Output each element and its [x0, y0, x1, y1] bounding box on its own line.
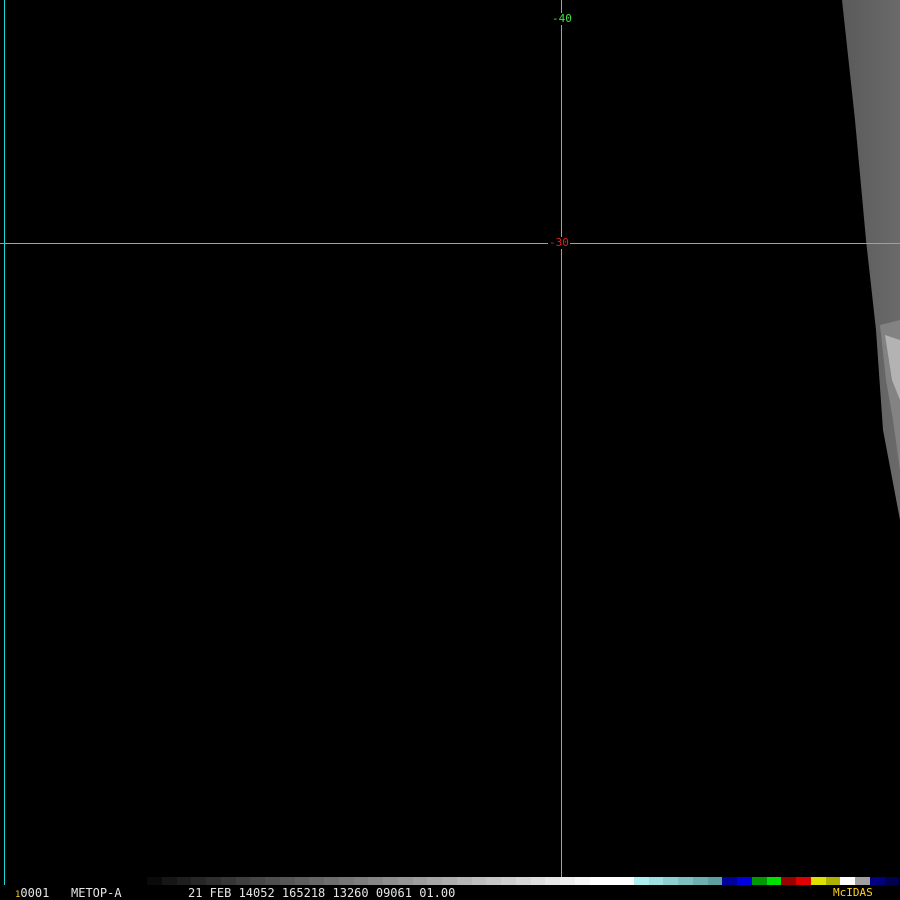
satellite-name: METOP-A	[71, 886, 122, 900]
grid-label-minus-30: -30	[548, 236, 570, 249]
status-bar: 10001 METOP-A 21 FEB 14052 165218 13260 …	[0, 885, 900, 900]
mcidas-brand: McIDAS	[833, 886, 873, 899]
image-info-line: 21 FEB 14052 165218 13260 09061 01.00	[188, 886, 456, 900]
frame-number: 10001	[15, 886, 49, 900]
grid-label-minus-40: -40	[551, 12, 573, 25]
longitude-grid-line	[561, 0, 562, 885]
longitude-grid-line	[4, 0, 5, 885]
satellite-swath-edge	[842, 0, 900, 520]
frame-number-value: 0001	[20, 886, 50, 900]
latitude-grid-line	[0, 243, 900, 244]
satellite-image-viewport: -40 -30	[0, 0, 900, 900]
